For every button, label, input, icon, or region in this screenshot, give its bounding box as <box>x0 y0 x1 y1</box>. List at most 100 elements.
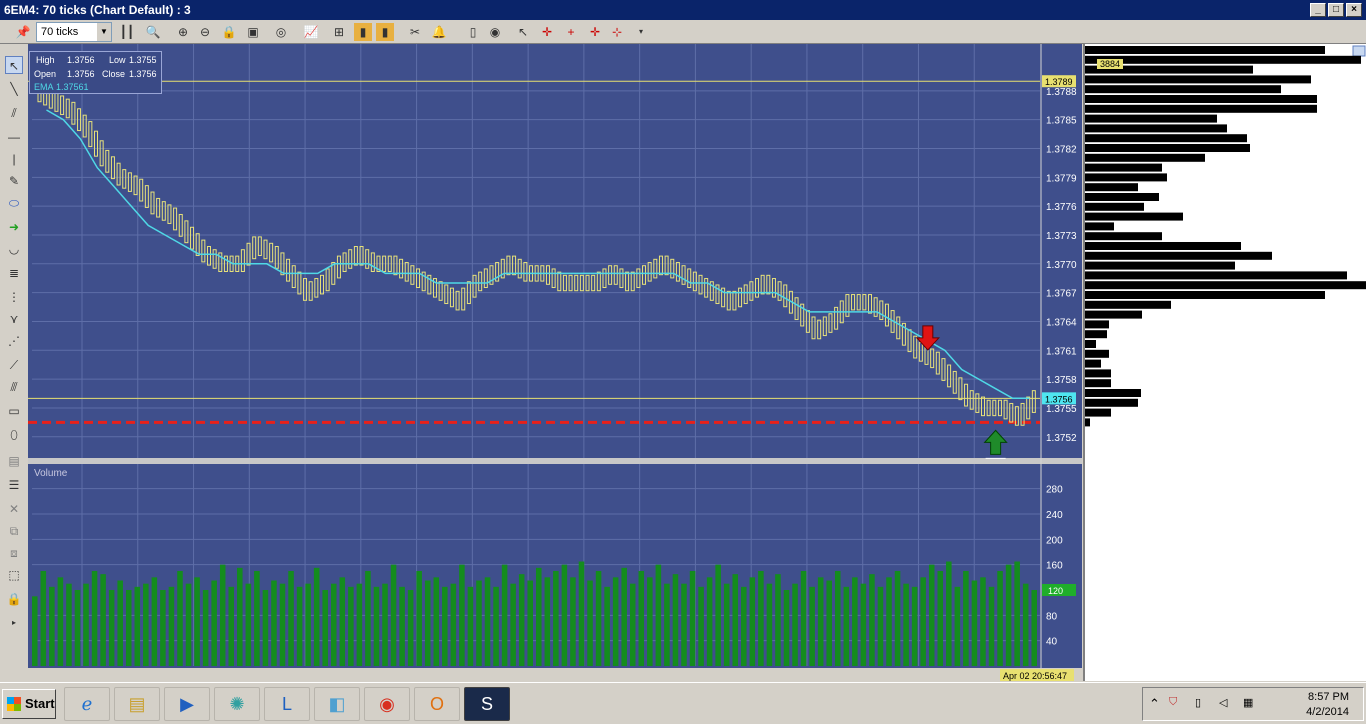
price-bar <box>523 262 528 282</box>
battery-icon[interactable]: ▯ <box>1195 696 1201 709</box>
zoom-in-icon[interactable]: ⊕ <box>174 23 192 41</box>
select-region-icon[interactable]: ⬚ <box>5 566 23 584</box>
volume-bar <box>775 574 781 666</box>
crosshair-lock-icon[interactable]: ✛ <box>586 23 604 41</box>
lock-drawing-icon[interactable]: 🔒 <box>5 590 23 608</box>
crosshair-time-icon[interactable]: ⊹ <box>608 23 626 41</box>
arc-tool-icon[interactable]: ◡ <box>5 240 23 258</box>
maximize-button[interactable]: □ <box>1328 3 1344 17</box>
volume-bar <box>219 564 226 666</box>
line-tool-icon[interactable]: ╲ <box>5 80 23 98</box>
close-button[interactable]: × <box>1346 3 1362 17</box>
properties-icon[interactable]: ▣ <box>244 23 262 41</box>
network-icon[interactable]: ▦ <box>1243 696 1253 709</box>
file-explorer-icon[interactable]: ▤ <box>114 687 160 721</box>
media-player-icon[interactable]: ▶ <box>164 687 210 721</box>
volume-bar <box>254 571 260 666</box>
minimize-button[interactable]: _ <box>1310 3 1326 17</box>
internet-explorer-icon[interactable]: ℯ <box>64 687 110 721</box>
outlook-icon[interactable]: O <box>414 687 460 721</box>
copy-drawing-icon[interactable]: ⧉ <box>5 522 23 540</box>
volume-bar <box>604 586 610 666</box>
time-axis-strip <box>28 668 1082 681</box>
ellipse-tool-icon[interactable]: ⬭ <box>5 194 23 212</box>
arrow-tool-icon[interactable]: ➜ <box>5 218 23 236</box>
volume-speaker-icon[interactable]: ◁ <box>1219 696 1227 709</box>
price-bar <box>438 281 443 301</box>
profile-bar <box>1085 55 1361 64</box>
crosshair-icon[interactable]: ✛ <box>538 23 556 41</box>
select-tool-icon[interactable]: ↖ <box>5 56 23 74</box>
snap-mode-icon[interactable]: ⧈ <box>5 544 23 562</box>
ellipse-shape-icon[interactable]: ⬯ <box>5 426 23 444</box>
pin-icon[interactable]: 📌 <box>14 23 32 41</box>
bar-color-icon[interactable]: ▮ <box>376 23 394 41</box>
interval-select[interactable]: 70 ticks ▼ <box>36 22 112 42</box>
current-price-marker-label: 1.3756 <box>1045 394 1073 404</box>
ray-tool-icon[interactable]: ⫽ <box>5 104 23 122</box>
alert-bell-icon[interactable]: 🔔 <box>430 23 448 41</box>
tray-expand-icon[interactable]: ⌃ <box>1149 696 1160 712</box>
remove-drawings-icon[interactable]: ✕ <box>5 500 23 518</box>
gann-fan-icon[interactable]: ⋰ <box>5 332 23 350</box>
chart-style-icon[interactable]: ▮ <box>354 23 372 41</box>
bar-type-icon[interactable]: ┃┃ <box>118 23 136 41</box>
price-bar <box>755 278 760 298</box>
price-bar <box>308 281 313 301</box>
fib-extension-icon[interactable]: ⋮ <box>5 288 23 306</box>
security-shield-icon[interactable]: ⛉ <box>1169 696 1177 709</box>
toolbar-overflow-icon[interactable]: ▾ <box>632 23 650 41</box>
profile-bar <box>1085 300 1171 309</box>
global-crosshair-icon[interactable]: + <box>562 23 580 41</box>
price-bar <box>596 271 601 292</box>
horizontal-line-icon[interactable]: — <box>5 128 23 146</box>
andrews-pitchfork-icon[interactable]: ⋎ <box>5 310 23 328</box>
chrome-icon[interactable]: ◉ <box>364 687 410 721</box>
lync-icon[interactable]: L <box>264 687 310 721</box>
volume-bar <box>433 577 440 666</box>
channel-tool-icon[interactable]: ⫻ <box>5 378 23 396</box>
volume-bar <box>587 580 593 666</box>
vertical-line-icon[interactable]: | <box>5 150 23 168</box>
volume-bar <box>869 574 875 666</box>
price-bar <box>156 197 161 218</box>
indicators-icon[interactable]: 📈 <box>302 23 320 41</box>
volume-bar <box>928 564 935 666</box>
profile-bar <box>1085 173 1167 182</box>
chevron-down-icon[interactable]: ▼ <box>97 23 111 41</box>
text-tool-icon[interactable]: ✎ <box>5 172 23 190</box>
start-button[interactable]: Start <box>2 689 56 719</box>
zoom-out-icon[interactable]: ⊖ <box>196 23 214 41</box>
price-bar <box>613 265 618 285</box>
scissors-icon[interactable]: ✂ <box>406 23 424 41</box>
price-chart[interactable]: 1.3788 1.3785 1.3782 1.3779 1.3776 1.3773 1.37… <box>28 44 1082 681</box>
volume-bar <box>66 583 72 666</box>
tools-overflow-icon[interactable]: ▸ <box>5 614 23 632</box>
data-box: High 1.3756 Low 1.3755 Open 1.3756 Close… <box>29 51 162 94</box>
price-bar <box>65 98 70 119</box>
fib-retracement-icon[interactable]: ≣ <box>5 264 23 282</box>
network-app-icon[interactable]: ✺ <box>214 687 260 721</box>
data-box-icon[interactable]: ◎ <box>272 23 290 41</box>
volume-tick-label: 80 <box>1046 611 1058 622</box>
tablet-icon[interactable]: ▯ <box>464 23 482 41</box>
mouse-icon[interactable]: ◉ <box>486 23 504 41</box>
trading-app-icon[interactable]: S <box>464 687 510 721</box>
zoom-menu-icon[interactable]: 🔍 <box>144 23 162 41</box>
rectangle-tool-icon[interactable]: ▭ <box>5 402 23 420</box>
object-list-icon[interactable]: ☰ <box>5 476 23 494</box>
stay-in-draw-icon[interactable]: ▤ <box>5 452 23 470</box>
ema-value: 1.37561 <box>56 82 89 92</box>
regression-icon[interactable]: ⟋ <box>5 356 23 374</box>
close-label: Close <box>102 69 126 79</box>
strategies-icon[interactable]: ⊞ <box>330 23 348 41</box>
volume-bar <box>510 583 516 666</box>
profile-bar <box>1085 85 1281 94</box>
lock-icon[interactable]: 🔒 <box>220 23 238 41</box>
notes-app-icon[interactable]: ◧ <box>314 687 360 721</box>
price-bar <box>246 242 251 266</box>
pointer-icon[interactable]: ↖ <box>514 23 532 41</box>
price-bar <box>935 351 940 375</box>
clock-time[interactable]: 8:57 PM <box>1308 691 1349 703</box>
clock-date[interactable]: 4/2/2014 <box>1306 706 1349 718</box>
